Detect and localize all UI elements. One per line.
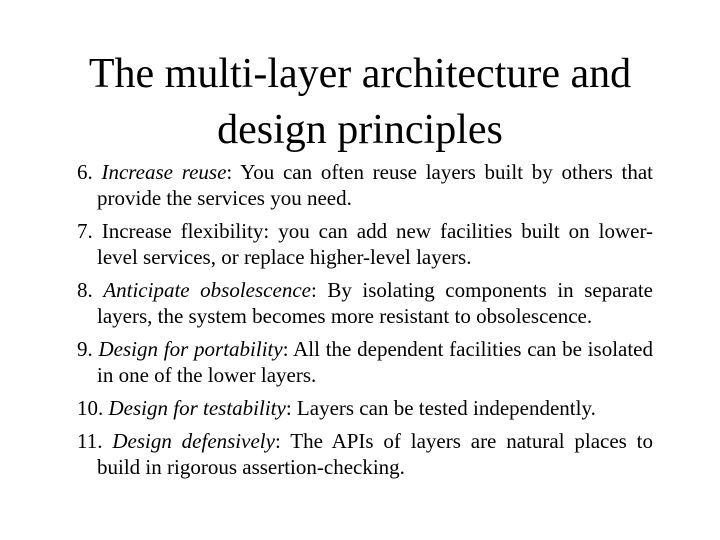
slide-title-line-1: The multi-layer architecture and xyxy=(88,51,632,97)
item-number: 8. xyxy=(77,278,93,302)
item-number: 7. xyxy=(77,219,93,243)
principle-item-8: 8. Anticipate obsolescence: By isolating… xyxy=(77,277,653,329)
item-number: 6. xyxy=(77,160,93,184)
principle-item-10: 10. Design for testability: Layers can b… xyxy=(77,395,653,421)
item-term: Increase flexibility xyxy=(101,219,264,243)
principles-list: 6. Increase reuse: You can often reuse l… xyxy=(77,159,653,487)
item-term: Design for testability xyxy=(108,396,286,420)
slide-title-line-2: design principles xyxy=(217,107,503,153)
principle-item-11: 11. Design defensively: The APIs of laye… xyxy=(77,428,653,480)
item-number: 10. xyxy=(77,396,104,420)
item-term: Design for portability xyxy=(98,337,283,361)
principle-item-9: 9. Design for portability: All the depen… xyxy=(77,336,653,388)
slide-title: The multi-layer architecture and design … xyxy=(0,46,720,158)
principle-item-6: 6. Increase reuse: You can often reuse l… xyxy=(77,159,653,211)
item-term: Design defensively xyxy=(112,429,275,453)
principle-item-7: 7. Increase flexibility: you can add new… xyxy=(77,218,653,270)
item-term: Increase reuse xyxy=(101,160,227,184)
item-text: Layers can be tested independently. xyxy=(291,396,596,420)
item-number: 9. xyxy=(77,337,93,361)
item-term: Anticipate obsolescence xyxy=(103,278,311,302)
item-number: 11. xyxy=(77,429,103,453)
